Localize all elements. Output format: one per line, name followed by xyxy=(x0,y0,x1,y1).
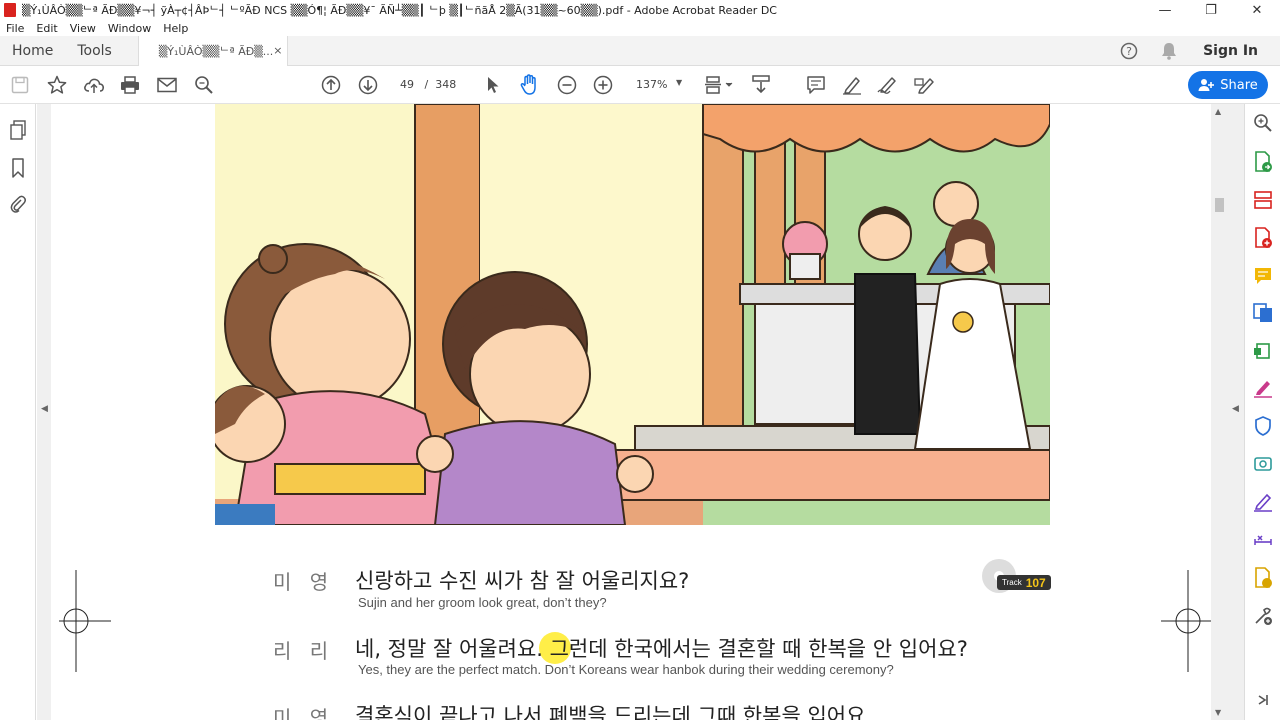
organize-pages-icon[interactable] xyxy=(1252,189,1274,211)
speaker-name: 미 영 xyxy=(273,706,335,720)
menu-help[interactable]: Help xyxy=(157,22,194,35)
sign-in-link[interactable]: Sign In xyxy=(1189,43,1280,59)
sign-icon[interactable] xyxy=(914,73,936,97)
protect-shield-icon[interactable] xyxy=(1252,415,1274,437)
select-cursor-icon[interactable] xyxy=(483,73,503,97)
fill-sign-icon[interactable] xyxy=(1252,377,1274,399)
document-viewport[interactable]: Track 107 미 영 신랑하고 수진 씨가 참 잘 어울리지요? Suji… xyxy=(51,104,1211,720)
collapse-right-arrow-icon[interactable]: ◀ xyxy=(1232,404,1239,414)
scroll-mode-icon[interactable] xyxy=(750,73,772,97)
create-pdf-icon[interactable] xyxy=(1252,227,1274,249)
minimize-button[interactable]: — xyxy=(1142,0,1188,20)
print-icon[interactable] xyxy=(119,73,141,97)
hand-tool-icon[interactable] xyxy=(519,73,541,97)
track-label: Track 107 xyxy=(997,575,1051,590)
zoom-out-icon[interactable] xyxy=(556,73,578,97)
previous-page-icon[interactable] xyxy=(320,73,342,97)
send-for-review-icon[interactable] xyxy=(1252,567,1274,589)
measure-icon[interactable] xyxy=(1252,529,1274,551)
help-icon[interactable]: ? xyxy=(1109,36,1149,66)
combine-files-icon[interactable] xyxy=(1252,302,1274,324)
total-pages: 348 xyxy=(435,78,457,91)
notification-bell-icon[interactable] xyxy=(1149,36,1189,66)
tab-bar: Home Tools ▒Ý₁ÙÂÒ▒▒ᄂª ÃÐ▒... × ? Sign In xyxy=(0,35,1280,66)
tools-pane xyxy=(1244,104,1280,720)
dialogue-english: Yes, they are the perfect match. Don’t K… xyxy=(358,662,894,677)
acrobat-app-icon xyxy=(4,3,16,17)
vertical-scrollbar[interactable]: ▲ ▼ xyxy=(1211,104,1228,720)
chevron-down-icon: ▼ xyxy=(676,78,683,87)
page-display-icon[interactable] xyxy=(703,73,737,97)
close-button[interactable]: ✕ xyxy=(1234,0,1280,20)
dialogue-english: Sujin and her groom look great, don’t th… xyxy=(358,595,607,610)
request-signature-icon[interactable] xyxy=(1252,491,1274,513)
crop-mark-left xyxy=(59,570,111,672)
scrollbar-thumb[interactable] xyxy=(1215,198,1224,212)
scroll-down-arrow-icon[interactable]: ▼ xyxy=(1215,708,1221,717)
bookmarks-icon[interactable] xyxy=(8,158,28,178)
left-navigation-pane xyxy=(0,104,36,720)
zoom-level-value: 137% xyxy=(636,78,668,91)
window-title: ▒Ý₁ÙÂÒ▒▒ᄂª ÃÐ▒▒¥¬┤ ỹÀ┬¢┤ÂÞᄂ┤ ᄂºÃÐ NCS ▒▒… xyxy=(22,4,777,17)
attachments-icon[interactable] xyxy=(8,194,28,214)
menu-bar: File Edit View Window Help xyxy=(0,20,1280,36)
tab-document[interactable]: ▒Ý₁ÙÂÒ▒▒ᄂª ÃÐ▒... × xyxy=(137,35,288,66)
audio-track-badge[interactable]: Track 107 xyxy=(981,558,1051,598)
title-bar: ▒Ý₁ÙÂÒ▒▒ᄂª ÃÐ▒▒¥¬┤ ỹÀ┬¢┤ÂÞᄂ┤ ᄂºÃÐ NCS ▒▒… xyxy=(0,0,1280,20)
right-pane-collapse-strip[interactable]: ◀ xyxy=(1228,104,1244,720)
document-tab-label: ▒Ý₁ÙÂÒ▒▒ᄂª ÃÐ▒... xyxy=(158,44,274,58)
highlight-pen-icon[interactable] xyxy=(841,73,863,97)
page-indicator: 49 / 348 xyxy=(400,78,456,91)
upload-cloud-icon[interactable] xyxy=(82,73,106,97)
save-icon[interactable] xyxy=(10,73,30,97)
page-separator: / xyxy=(424,78,429,91)
email-icon[interactable] xyxy=(156,73,178,97)
draw-icon[interactable] xyxy=(877,73,899,97)
tab-tools[interactable]: Tools xyxy=(65,43,124,59)
zoom-level-select[interactable]: 137% ▼ xyxy=(636,78,686,91)
dialogue-korean: 결혼식이 끝나고 나서 폐백을 드리는데 그때 한복을 입어요. xyxy=(355,704,873,720)
zoom-search-icon[interactable] xyxy=(1252,112,1274,134)
collapse-left-arrow-icon[interactable]: ◀ xyxy=(41,404,48,414)
collapse-tools-pane-icon[interactable] xyxy=(1252,689,1274,711)
svg-text:?: ? xyxy=(1126,45,1132,58)
menu-file[interactable]: File xyxy=(0,22,30,35)
menu-edit[interactable]: Edit xyxy=(30,22,63,35)
next-page-icon[interactable] xyxy=(357,73,379,97)
comment-tool-icon[interactable] xyxy=(1252,265,1274,287)
share-label: Share xyxy=(1220,77,1258,93)
more-tools-icon[interactable] xyxy=(1252,605,1274,627)
zoom-in-icon[interactable] xyxy=(592,73,614,97)
dialogue-korean: 네, 정말 잘 어울려요. 그런데 한국에서는 결혼할 때 한복을 안 입어요? xyxy=(355,637,968,661)
crop-mark-right xyxy=(1161,570,1211,672)
restore-button[interactable]: ❐ xyxy=(1188,0,1234,20)
track-number: 107 xyxy=(1025,575,1046,590)
edit-pdf-icon[interactable] xyxy=(1252,340,1274,362)
speaker-name: 미 영 xyxy=(273,570,335,594)
menu-view[interactable]: View xyxy=(64,22,102,35)
main-toolbar: 49 / 348 137% ▼ Share xyxy=(0,66,1280,104)
share-button[interactable]: Share xyxy=(1188,71,1268,99)
track-text: Track xyxy=(1002,578,1022,587)
export-pdf-icon[interactable] xyxy=(1252,151,1274,173)
speaker-name: 리 리 xyxy=(273,639,335,663)
menu-window[interactable]: Window xyxy=(102,22,157,35)
search-icon[interactable] xyxy=(193,73,215,97)
current-page-input[interactable]: 49 xyxy=(400,78,414,91)
add-user-icon xyxy=(1198,79,1215,91)
bookmark-star-icon[interactable] xyxy=(46,73,68,97)
page-thumbnails-icon[interactable] xyxy=(8,120,28,140)
enhance-scans-icon[interactable] xyxy=(1252,453,1274,475)
wedding-illustration xyxy=(215,104,1050,525)
document-tab-close-button[interactable]: × xyxy=(273,44,282,57)
comment-icon[interactable] xyxy=(805,73,827,97)
left-pane-collapse-strip[interactable]: ◀ xyxy=(37,104,51,720)
dialogue-korean: 신랑하고 수진 씨가 참 잘 어울리지요? xyxy=(355,569,690,593)
tab-home[interactable]: Home xyxy=(0,43,65,59)
scroll-up-arrow-icon[interactable]: ▲ xyxy=(1215,107,1221,116)
